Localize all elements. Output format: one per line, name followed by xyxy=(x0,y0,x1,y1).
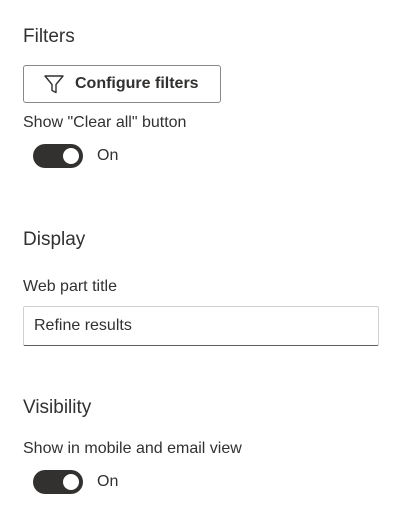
configure-filters-label: Configure filters xyxy=(75,75,199,92)
filter-icon xyxy=(43,73,65,95)
filters-heading: Filters xyxy=(23,26,75,47)
show-clear-all-state: On xyxy=(97,147,119,164)
configure-filters-button[interactable]: Configure filters xyxy=(23,65,221,103)
show-mobile-email-label: Show in mobile and email view xyxy=(23,440,242,457)
show-mobile-email-toggle[interactable] xyxy=(33,470,83,494)
show-mobile-email-state: On xyxy=(97,473,119,490)
show-clear-all-toggle[interactable] xyxy=(33,144,83,168)
web-part-title-input[interactable] xyxy=(23,306,379,346)
toggle-knob xyxy=(63,148,79,164)
show-clear-all-label: Show "Clear all" button xyxy=(23,114,187,131)
toggle-knob xyxy=(63,474,79,490)
web-part-title-label: Web part title xyxy=(23,278,117,295)
visibility-heading: Visibility xyxy=(23,397,92,418)
display-heading: Display xyxy=(23,229,86,250)
